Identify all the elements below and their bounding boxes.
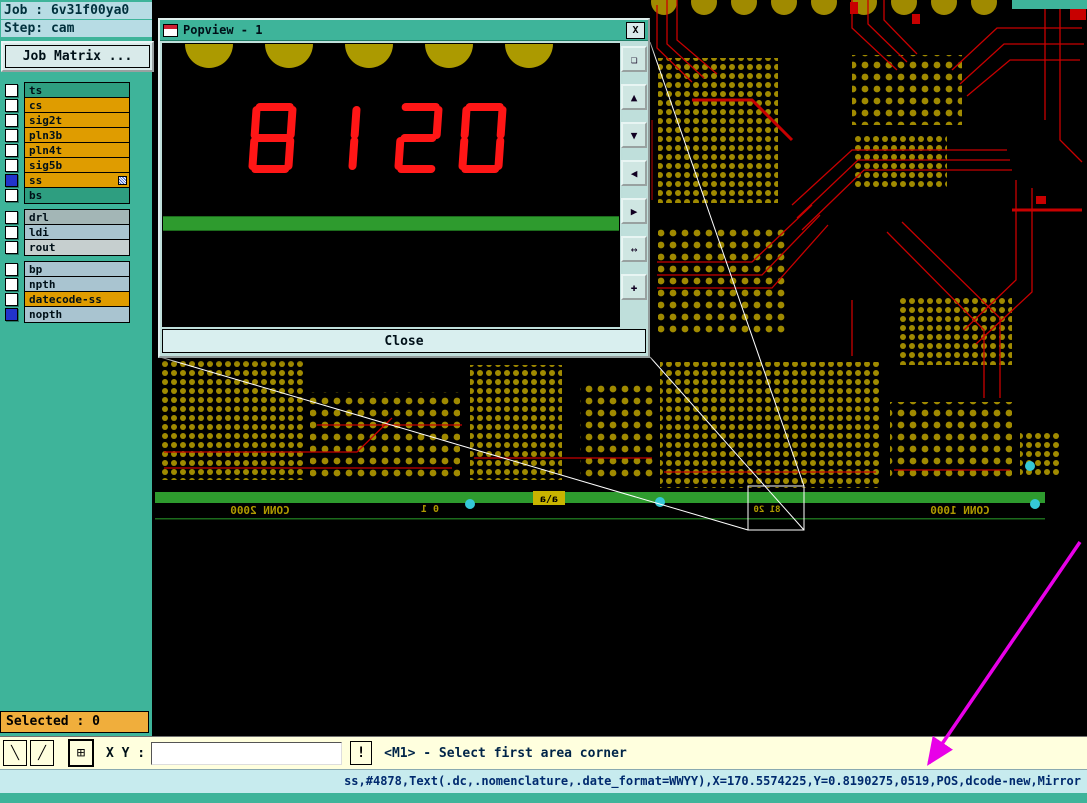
layer-checkbox[interactable] bbox=[5, 241, 18, 254]
layer-name: bp bbox=[29, 262, 43, 276]
layer-name: npth bbox=[29, 277, 56, 291]
popview-title: Popview - 1 bbox=[183, 23, 263, 37]
layer-name: ldi bbox=[29, 225, 49, 239]
measure-icon[interactable]: ╱ bbox=[30, 740, 54, 766]
layer-checkbox[interactable] bbox=[5, 278, 18, 291]
pad-shape bbox=[185, 44, 233, 68]
layer-checkbox[interactable] bbox=[5, 174, 18, 187]
layer-checkbox[interactable] bbox=[5, 99, 18, 112]
command-bar: ╲ ╱ ⊞ X Y : ! <M1> - Select first area c… bbox=[0, 736, 1087, 769]
layer-name: nopth bbox=[29, 307, 63, 321]
step-label: Step: cam bbox=[1, 20, 152, 37]
layer-name: sig5b bbox=[29, 158, 63, 172]
popview-close-button[interactable]: Close bbox=[162, 329, 646, 353]
popview-window-icon bbox=[163, 23, 178, 37]
layer-list: ts cs sig2t pln3b pln4t sig5b ss bs drl … bbox=[5, 81, 147, 323]
layer-row-rout[interactable]: rout bbox=[5, 238, 147, 256]
layer-checkbox[interactable] bbox=[5, 263, 18, 276]
layer-name: pln4t bbox=[29, 143, 63, 157]
silkscreen-logo: a\a bbox=[540, 494, 558, 505]
alert-button[interactable]: ! bbox=[350, 741, 373, 765]
layer-name: datecode-ss bbox=[29, 292, 102, 306]
popview-window: Popview - 1 X 81 20 bbox=[158, 18, 650, 358]
layer-name: cs bbox=[29, 98, 43, 112]
work-layer-marker bbox=[118, 175, 127, 185]
status-text: ss,#4878,Text(.dc,.nomenclature,.date_fo… bbox=[344, 774, 1081, 788]
layer-checkbox[interactable] bbox=[5, 293, 18, 306]
pad-shape bbox=[345, 44, 393, 68]
pan-free-icon[interactable]: ✚ bbox=[621, 274, 647, 300]
pad-shape bbox=[265, 44, 313, 68]
layer-checkbox[interactable] bbox=[5, 129, 18, 142]
silkscreen-digits: 0 1 bbox=[421, 504, 439, 515]
pan-up-icon[interactable]: ▲ bbox=[621, 84, 647, 110]
status-bar: ss,#4878,Text(.dc,.nomenclature,.date_fo… bbox=[0, 769, 1087, 793]
left-panel: Job : 6v31f00ya0 Step: cam Job Matrix ..… bbox=[0, 0, 154, 737]
job-label: Job : 6v31f00ya0 bbox=[1, 2, 152, 19]
close-icon[interactable]: X bbox=[626, 21, 645, 39]
layer-name: ts bbox=[29, 83, 43, 97]
job-matrix-label: Job Matrix ... bbox=[5, 45, 150, 68]
layer-checkbox[interactable] bbox=[5, 308, 18, 321]
layer-checkbox[interactable] bbox=[5, 114, 18, 127]
layer-checkbox[interactable] bbox=[5, 84, 18, 97]
layer-checkbox[interactable] bbox=[5, 226, 18, 239]
xy-label: X Y : bbox=[106, 745, 146, 761]
layer-name: bs bbox=[29, 188, 43, 202]
layer-name: drl bbox=[29, 210, 49, 224]
popview-titlebar[interactable]: Popview - 1 X bbox=[160, 20, 648, 41]
board-edge-strip bbox=[163, 216, 619, 231]
seven-segment-display: 81 20 bbox=[248, 103, 507, 173]
grid-icon[interactable]: ⊞ bbox=[68, 739, 94, 767]
pan-right-icon[interactable]: ▶ bbox=[621, 198, 647, 224]
pad-shape bbox=[505, 44, 553, 68]
popview-canvas[interactable]: 81 20 bbox=[162, 43, 620, 327]
detach-icon[interactable]: ❏ bbox=[621, 46, 647, 72]
layer-row-bs[interactable]: bs bbox=[5, 186, 147, 204]
layer-name: rout bbox=[29, 240, 56, 254]
zoom-fit-icon[interactable]: ↔ bbox=[621, 236, 647, 262]
diagonal-select-icon[interactable]: ╲ bbox=[3, 740, 27, 766]
layer-name: ss bbox=[29, 173, 43, 187]
selected-count: Selected : 0 bbox=[0, 711, 149, 733]
silkscreen-datecode: 81 20 bbox=[753, 505, 780, 515]
pan-left-icon[interactable]: ◀ bbox=[621, 160, 647, 186]
layer-checkbox[interactable] bbox=[5, 189, 18, 202]
popview-toolbar: ❏ ▲ ▼ ◀ ▶ ↔ ✚ bbox=[620, 41, 648, 327]
job-matrix-button[interactable]: Job Matrix ... bbox=[1, 41, 154, 72]
layer-row-nopth[interactable]: nopth bbox=[5, 305, 147, 323]
layer-checkbox[interactable] bbox=[5, 159, 18, 172]
silkscreen-conn1000: CONN 1000 bbox=[930, 504, 990, 517]
layer-name: sig2t bbox=[29, 113, 63, 127]
layer-checkbox[interactable] bbox=[5, 211, 18, 224]
bottom-strip bbox=[0, 793, 1087, 803]
silkscreen-conn2000: CONN 2000 bbox=[230, 504, 290, 517]
pad-shape bbox=[425, 44, 473, 68]
layer-checkbox[interactable] bbox=[5, 144, 18, 157]
xy-input[interactable] bbox=[151, 741, 343, 765]
layer-name: pln3b bbox=[29, 128, 63, 142]
pan-down-icon[interactable]: ▼ bbox=[621, 122, 647, 148]
prompt-message: <M1> - Select first area corner bbox=[384, 745, 627, 761]
